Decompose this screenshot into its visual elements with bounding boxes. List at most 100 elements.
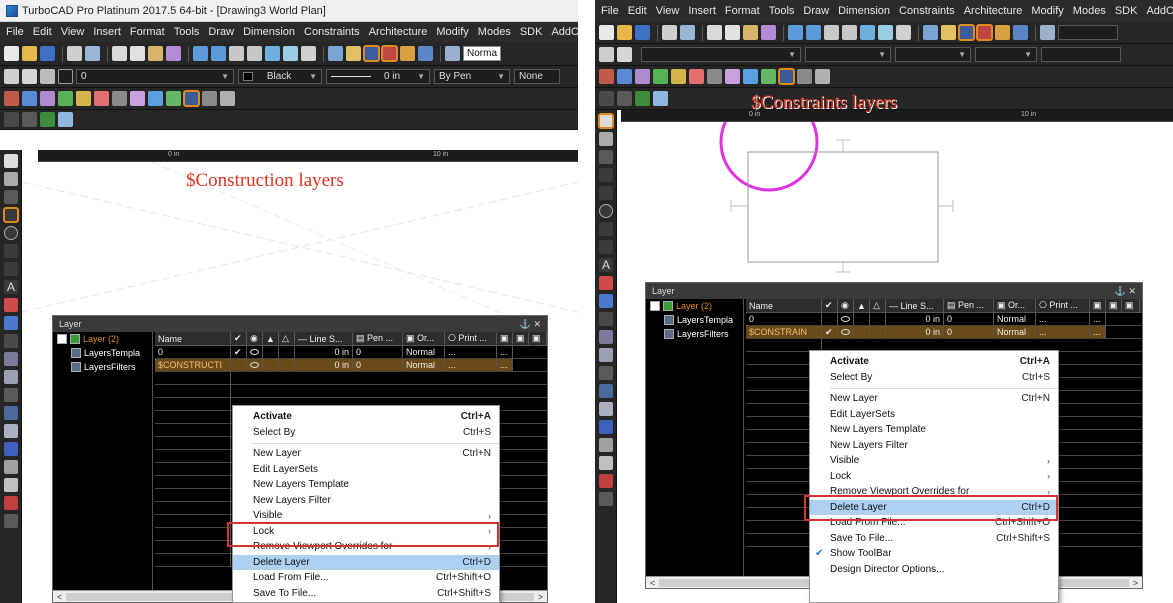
print-preview-icon[interactable] <box>85 46 100 61</box>
menu-item-save-to-file[interactable]: Save To File... Ctrl+Shift+S <box>810 531 1058 547</box>
col-header-extra2[interactable]: ▣ <box>513 332 529 345</box>
menu-sdk[interactable]: SDK <box>1115 5 1138 17</box>
menu-item-lock[interactable]: Lock › <box>810 469 1058 485</box>
dimension-tool-icon[interactable] <box>599 294 613 308</box>
dimension-icon[interactable] <box>76 91 91 106</box>
menu-dimension[interactable]: Dimension <box>243 26 295 38</box>
layer-row-selected[interactable]: $CONSTRAIN ✔ 0 in 0 Normal ... ... <box>746 326 1142 339</box>
col-header-order[interactable]: ▣ Or... <box>994 299 1036 312</box>
style-dropdown[interactable] <box>1058 25 1118 40</box>
render-icon[interactable] <box>635 69 650 84</box>
snap-cell[interactable] <box>279 359 295 371</box>
constraint-icon[interactable] <box>112 91 127 106</box>
visible-cell[interactable] <box>247 359 263 371</box>
snap-cell[interactable] <box>870 313 886 325</box>
curve-tool-icon[interactable] <box>599 240 613 254</box>
menu-constraints[interactable]: Constraints <box>899 5 955 17</box>
line-style-cell[interactable]: 0 in <box>295 359 353 371</box>
lock-cell[interactable] <box>263 346 279 358</box>
undo-icon[interactable] <box>193 46 208 61</box>
select-arrow-icon[interactable] <box>598 113 614 129</box>
layer-name-cell[interactable]: 0 <box>746 313 822 325</box>
col-header-active[interactable]: ✔ <box>231 332 247 345</box>
redo-icon[interactable] <box>806 25 821 40</box>
menu-item-show-toolbar[interactable]: Show ToolBar <box>810 546 1058 562</box>
measure-icon[interactable] <box>599 384 613 398</box>
menu-tools[interactable]: Tools <box>769 5 795 17</box>
blocks-icon[interactable] <box>1013 25 1028 40</box>
cut-icon[interactable] <box>112 46 127 61</box>
menu-file[interactable]: File <box>601 5 619 17</box>
col-header-extra2[interactable]: ▣ <box>1106 299 1122 312</box>
tree-item-layers-filters[interactable]: LayersFilters <box>646 327 743 341</box>
menu-draw[interactable]: Draw <box>803 5 829 17</box>
table-icon[interactable] <box>202 91 217 106</box>
zoom-window-icon[interactable] <box>265 46 280 61</box>
menu-view[interactable]: View <box>61 26 85 38</box>
color-dropdown[interactable]: Black ▼ <box>238 69 322 84</box>
eye-icon[interactable] <box>40 69 55 84</box>
menu-item-new-layers-filter[interactable]: New Layers Filter <box>810 438 1058 454</box>
scroll-right-arrow[interactable]: > <box>538 592 543 602</box>
marker-icon[interactable] <box>689 69 704 84</box>
extra-cell[interactable]: ... <box>497 359 513 371</box>
col-header-name[interactable]: Name <box>746 299 822 312</box>
array-tool-icon[interactable] <box>4 370 18 384</box>
render-icon[interactable] <box>40 91 55 106</box>
extrude-icon[interactable] <box>4 424 18 438</box>
menu-tools[interactable]: Tools <box>174 26 200 38</box>
snap-cell[interactable] <box>279 346 295 358</box>
tree-item-layers-template[interactable]: LayersTempla <box>53 346 152 360</box>
design-director-icon[interactable] <box>976 24 993 41</box>
menu-format[interactable]: Format <box>725 5 760 17</box>
col-header-pen[interactable]: ▤ Pen ... <box>944 299 994 312</box>
marker-icon[interactable] <box>94 91 109 106</box>
pen-cell[interactable]: 0 <box>353 359 403 371</box>
line-width-dropdown[interactable]: ▼ <box>895 47 971 62</box>
active-check-cell[interactable]: ✔ <box>231 346 247 358</box>
camera-icon[interactable] <box>220 91 235 106</box>
design-director-icon[interactable] <box>381 45 398 62</box>
settings-gear-icon[interactable] <box>599 420 613 434</box>
col-header-print[interactable]: ⎔ Print ... <box>445 332 497 345</box>
block-tool-icon[interactable] <box>4 460 18 474</box>
line-style-cell[interactable]: 0 in <box>886 326 944 338</box>
menu-insert[interactable]: Insert <box>93 26 121 38</box>
pen-cell[interactable]: 0 <box>353 346 403 358</box>
col-header-active[interactable]: ✔ <box>822 299 838 312</box>
col-header-snap[interactable]: △ <box>279 332 295 345</box>
constraint-icon[interactable] <box>707 69 722 84</box>
layer-manager-icon[interactable] <box>958 24 975 41</box>
line-style-cell[interactable]: 0 in <box>886 313 944 325</box>
map-icon[interactable] <box>40 112 55 127</box>
line-tool-icon[interactable] <box>4 190 18 204</box>
scroll-left-arrow[interactable]: < <box>57 592 62 602</box>
pen-dropdown[interactable]: ▼ <box>975 47 1037 62</box>
menu-item-select-by[interactable]: Select By Ctrl+S <box>233 425 499 441</box>
layer-settings-icon[interactable] <box>22 69 37 84</box>
symbol-tool-icon[interactable] <box>599 456 613 470</box>
gear-icon[interactable] <box>4 69 19 84</box>
extra-cell[interactable]: ... <box>497 346 513 358</box>
blocks-icon[interactable] <box>418 46 433 61</box>
orientation-icon[interactable] <box>4 112 19 127</box>
properties-icon[interactable] <box>1040 25 1055 40</box>
node-icon[interactable] <box>166 91 181 106</box>
menu-modify[interactable]: Modify <box>436 26 468 38</box>
line-tool-icon[interactable] <box>599 150 613 164</box>
col-header-visible[interactable]: ◉ <box>838 299 854 312</box>
print-icon[interactable] <box>67 46 82 61</box>
symbol-tool-icon[interactable] <box>4 478 18 492</box>
palette-icon[interactable] <box>995 25 1010 40</box>
col-header-extra3[interactable]: ▣ <box>529 332 547 345</box>
draw-mode-icon[interactable] <box>4 91 19 106</box>
col-header-lock[interactable]: ▲ <box>854 299 870 312</box>
zoom-in-icon[interactable] <box>824 25 839 40</box>
layer-manager-icon[interactable] <box>363 45 380 62</box>
col-header-order[interactable]: ▣ Or... <box>403 332 445 345</box>
brush-icon[interactable] <box>166 46 181 61</box>
col-header-print[interactable]: ⎔ Print ... <box>1036 299 1090 312</box>
menu-item-new-layer[interactable]: New Layer Ctrl+N <box>233 446 499 462</box>
grid-icon[interactable] <box>941 25 956 40</box>
array-tool-icon[interactable] <box>599 348 613 362</box>
